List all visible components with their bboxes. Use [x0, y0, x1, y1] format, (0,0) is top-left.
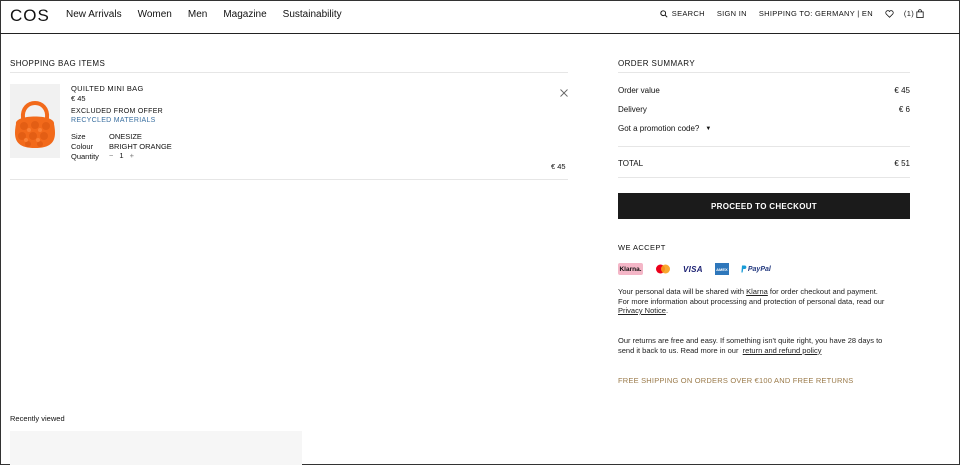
nav-sustainability[interactable]: Sustainability [283, 9, 342, 20]
we-accept-title: WE ACCEPT [618, 243, 666, 252]
search-label: SEARCH [671, 9, 705, 18]
promo-code-label: Got a promotion code? [618, 124, 700, 133]
payment-methods: Klarna. VISA AMEX PayPal [618, 263, 771, 275]
bag-divider-top [10, 72, 568, 73]
cos-logo[interactable]: COS [10, 6, 50, 26]
wishlist-button[interactable] [885, 9, 894, 18]
heart-icon [885, 9, 894, 18]
header-utilities: SEARCH SIGN IN SHIPPING TO: GERMANY | EN… [648, 9, 924, 18]
nav-men[interactable]: Men [188, 9, 207, 20]
privacy-text-2: for order checkout and payment. [767, 287, 878, 296]
paypal-label: PayPal [747, 265, 771, 273]
bag-section-title: SHOPPING BAG ITEMS [10, 59, 106, 68]
promo-code-toggle[interactable]: Got a promotion code? ▼ [618, 124, 711, 133]
colour-label: Colour [71, 142, 94, 151]
proceed-to-checkout-button[interactable]: PROCEED TO CHECKOUT [618, 193, 910, 219]
quantity-decrease-button[interactable]: − [109, 151, 113, 160]
summary-divider-top [618, 72, 910, 73]
returns-text: Our returns are free and easy. If someth… [618, 336, 918, 355]
visa-logo: VISA [683, 264, 703, 274]
total-label: TOTAL [618, 159, 644, 168]
product-name[interactable]: QUILTED MINI BAG [71, 84, 144, 93]
sign-in-link[interactable]: SIGN IN [717, 9, 747, 18]
size-label: Size [71, 132, 86, 141]
amex-logo: AMEX [714, 263, 729, 275]
page-frame [0, 0, 960, 465]
mastercard-icon [655, 263, 671, 275]
excluded-from-offer-label: EXCLUDED FROM OFFER [71, 108, 164, 115]
search-icon [660, 9, 668, 18]
paypal-logo: PayPal [741, 263, 771, 275]
bag-button[interactable]: (1) [904, 9, 924, 18]
recycled-materials-label: RECYCLED MATERIALS [71, 117, 156, 124]
promo-row: Got a promotion code? ▼ [618, 124, 910, 133]
nav-women[interactable]: Women [138, 9, 172, 20]
klarna-link[interactable]: Klarna [746, 287, 768, 296]
bag-divider-bottom [10, 179, 568, 180]
recently-viewed-card[interactable] [10, 431, 302, 465]
quantity-stepper: − 1 + [109, 151, 134, 160]
delivery-label: Delivery [618, 105, 647, 114]
search-button[interactable]: SEARCH [660, 9, 705, 18]
size-value: ONESIZE [109, 132, 142, 141]
paypal-p-icon [741, 265, 747, 273]
returns-text-2: send it back to us. Read more in our [618, 345, 743, 355]
klarna-logo: Klarna. [618, 263, 643, 275]
recently-viewed-title: Recently viewed [10, 414, 65, 423]
order-summary-title: ORDER SUMMARY [618, 59, 696, 68]
summary-divider-mid [618, 146, 910, 147]
caret-down-icon: ▼ [705, 125, 712, 132]
order-value-amount: € 45 [894, 86, 910, 95]
quantity-value: 1 [119, 151, 124, 160]
product-price: € 45 [71, 94, 86, 103]
privacy-notice-text: Your personal data will be shared with K… [618, 287, 918, 316]
remove-item-button[interactable] [560, 84, 568, 97]
quantity-label: Quantity [71, 152, 99, 161]
line-item-total: € 45 [551, 162, 566, 171]
total-row: TOTAL € 51 [618, 159, 910, 168]
privacy-notice-link[interactable]: Privacy Notice [618, 306, 666, 315]
nav-magazine[interactable]: Magazine [223, 9, 266, 20]
privacy-text-3: For more information about processing an… [618, 296, 885, 306]
close-icon [560, 89, 568, 97]
quantity-increase-button[interactable]: + [130, 151, 134, 160]
main-nav: New Arrivals Women Men Magazine Sustaina… [66, 9, 358, 20]
colour-value: BRIGHT ORANGE [109, 142, 172, 151]
privacy-text-end: . [665, 306, 669, 315]
shipping-selector[interactable]: SHIPPING TO: GERMANY | EN [759, 9, 873, 18]
shopping-bag-icon [916, 9, 924, 18]
delivery-amount: € 6 [898, 105, 910, 114]
order-value-row: Order value € 45 [618, 86, 910, 95]
summary-divider-bottom [618, 177, 910, 178]
privacy-text-1: Your personal data will be shared with [618, 287, 747, 296]
nav-new-arrivals[interactable]: New Arrivals [66, 9, 122, 20]
bag-count: (1) [903, 9, 914, 18]
product-image[interactable] [10, 84, 60, 158]
total-amount: € 51 [894, 159, 910, 168]
returns-text-1: Our returns are free and easy. If someth… [618, 336, 883, 345]
quilted-bag-image [10, 84, 60, 158]
delivery-row: Delivery € 6 [618, 105, 910, 114]
order-value-label: Order value [618, 86, 660, 95]
return-refund-policy-link[interactable]: return and refund policy [743, 346, 822, 355]
free-shipping-banner: FREE SHIPPING ON ORDERS OVER €100 AND FR… [618, 376, 854, 385]
site-header: COS New Arrivals Women Men Magazine Sust… [0, 0, 960, 34]
